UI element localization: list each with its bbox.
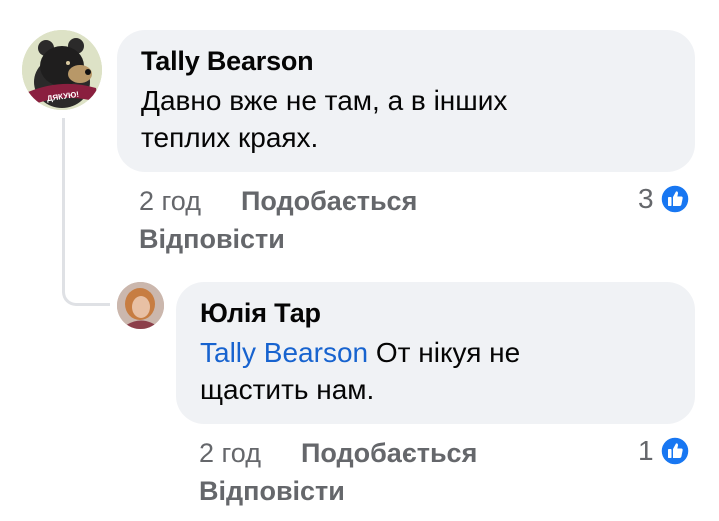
like-button[interactable]: Подобається [301,434,477,472]
comment-timestamp[interactable]: 2 год [139,182,201,220]
comment-timestamp[interactable]: 2 год [199,434,261,472]
comment-text-segment: От нікуя не [375,337,521,368]
avatar[interactable]: ДЯКУЮ! [22,30,102,110]
thumbs-up-icon [659,184,690,214]
user-photo-icon [117,282,164,329]
reaction-count: 1 [638,435,654,466]
comment-bubble: Юлія Тар Tally Bearson От нікуя не щасти… [176,282,695,424]
comment-author[interactable]: Tally Bearson [141,44,671,78]
reply-button[interactable]: Відповісти [139,220,285,258]
reply-button[interactable]: Відповісти [199,472,345,510]
comment-thread: ДЯКУЮ! Tally Bearson Давно вже не там, а… [0,0,719,521]
comment-author[interactable]: Юлія Тар [200,296,671,330]
mention-link[interactable]: Tally Bearson [200,337,368,368]
comment-actions: 2 год Подобається Відповісти [139,182,417,258]
comment-text-line: теплих краях. [141,122,319,153]
comment-text: Давно вже не там, а в інших теплих краях… [141,82,671,156]
comment-text-line: щастить нам. [200,374,375,405]
thumbs-up-icon [659,436,690,466]
comment-bubble: Tally Bearson Давно вже не там, а в інши… [117,30,695,172]
comment-actions: 2 год Подобається Відповісти [199,434,477,510]
reaction-summary[interactable]: 3 [638,183,690,215]
reaction-summary[interactable]: 1 [638,435,690,467]
reaction-count: 3 [638,183,654,214]
bear-avatar-icon: ДЯКУЮ! [22,30,102,110]
avatar[interactable] [117,282,164,329]
comment-text-line: Давно вже не там, а в інших [141,85,508,116]
like-button[interactable]: Подобається [241,182,417,220]
comment-text: Tally Bearson От нікуя не щастить нам. [200,334,671,408]
comment-text-line: Tally Bearson От нікуя не [200,334,671,371]
thread-connector-line [62,118,110,306]
